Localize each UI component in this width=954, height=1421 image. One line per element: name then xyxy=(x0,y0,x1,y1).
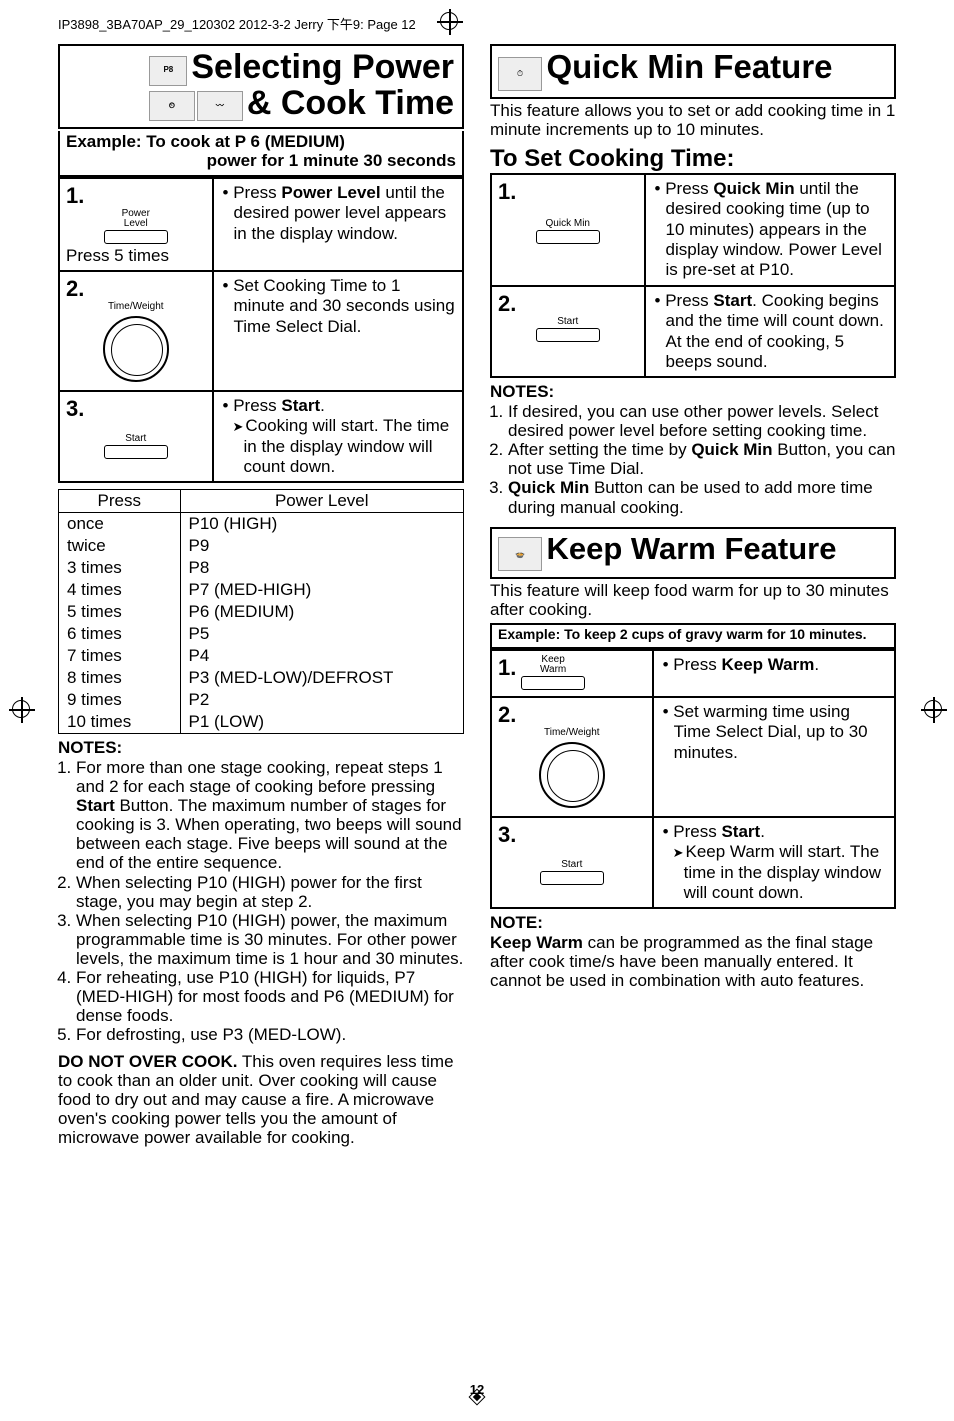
keep-warm-title: Keep Warm Feature xyxy=(546,531,836,566)
keep-warm-title-box: 🍲 Keep Warm Feature xyxy=(490,527,896,580)
qm-notes-list: If desired, you can use other power leve… xyxy=(508,402,896,516)
keep-warm-icon: 🍲 xyxy=(498,537,542,571)
qm-step2-bullet: • Press Start. Cooking begins and the ti… xyxy=(652,291,888,373)
note-item: When selecting P10 (HIGH) power for the … xyxy=(76,873,464,911)
note-item: When selecting P10 (HIGH) power, the max… xyxy=(76,911,464,968)
note-item: For defrosting, use P3 (MED-LOW). xyxy=(76,1025,464,1044)
step1-bullet: • Press Power Level until the desired po… xyxy=(220,183,456,244)
keep-warm-note: Keep Warm can be programmed as the final… xyxy=(490,933,896,990)
kw-note-heading: NOTE: xyxy=(490,913,896,933)
kw-step2-bullet: • Set warming time using Time Select Dia… xyxy=(660,702,888,763)
kw-step1-bullet: • Press Keep Warm. xyxy=(660,655,888,675)
to-set-heading: To Set Cooking Time: xyxy=(490,145,896,173)
selecting-power-title-box: P8 Selecting Power ⏲ 〰 & Cook Time xyxy=(58,44,464,129)
registration-mark-icon xyxy=(12,700,30,718)
kw-step3-bullet: • Press Start. xyxy=(660,822,888,842)
keep-warm-example: Example: To keep 2 cups of gravy warm fo… xyxy=(490,623,896,648)
page-number: 12 xyxy=(0,1382,954,1397)
left-notes-list: For more than one stage cooking, repeat … xyxy=(76,758,464,1043)
start-button: Start xyxy=(66,434,206,444)
qm-step1-bullet: • Press Quick Min until the desired cook… xyxy=(652,179,888,281)
time-select-dial-icon xyxy=(103,316,169,382)
fan-icon: 〰 xyxy=(197,91,243,121)
step2-bullet: • Set Cooking Time to 1 minute and 30 se… xyxy=(220,276,456,337)
registration-mark-icon xyxy=(924,700,942,718)
start-button: Start xyxy=(498,317,638,327)
note-item: For reheating, use P10 (HIGH) for liquid… xyxy=(76,968,464,1025)
quick-min-title-box: ⏱ Quick Min Feature xyxy=(490,44,896,99)
example-header: Example: To cook at P 6 (MEDIUM) power f… xyxy=(58,131,464,176)
quick-min-steps-table: 1. Quick Min • Press Quick Min until the… xyxy=(490,173,896,379)
right-column: ⏱ Quick Min Feature This feature allows … xyxy=(490,44,896,1147)
step3-arrow: Cooking will start. The time in the disp… xyxy=(220,416,456,477)
registration-mark-icon xyxy=(440,12,458,30)
step3-bullet: • Press Start. xyxy=(220,396,456,416)
keep-warm-steps-table: 1. KeepWarm • Press Keep Warm. 2. Time/W… xyxy=(490,649,896,910)
keep-warm-intro: This feature will keep food warm for up … xyxy=(490,581,896,619)
note-item: After setting the time by Quick Min Butt… xyxy=(508,440,896,478)
note-item: For more than one stage cooking, repeat … xyxy=(76,758,464,872)
time-weight-button: Time/Weight xyxy=(498,728,646,738)
quick-min-icon: ⏱ xyxy=(498,57,542,91)
do-not-overcook: DO NOT OVER COOK. This oven requires les… xyxy=(58,1052,464,1147)
qm-notes-heading: NOTES: xyxy=(490,382,896,402)
start-button: Start xyxy=(498,860,646,870)
quick-min-button: Quick Min xyxy=(498,219,638,229)
doc-header: IP3898_3BA70AP_29_120302 2012-3-2 Jerry … xyxy=(58,14,416,33)
note-item: Quick Min Button can be used to add more… xyxy=(508,478,896,516)
press-5-times: Press 5 times xyxy=(66,246,206,266)
notes-heading: NOTES: xyxy=(58,738,464,758)
time-select-dial-icon xyxy=(539,742,605,808)
kw-step3-arrow: Keep Warm will start. The time in the di… xyxy=(660,842,888,903)
clock-icon: ⏲ xyxy=(149,91,195,121)
power-level-button: PowerLevel xyxy=(66,209,206,229)
quick-min-title: Quick Min Feature xyxy=(546,48,832,85)
keep-warm-button: KeepWarm xyxy=(521,655,585,675)
steps-table: 1. PowerLevel Press 5 times • Press Powe… xyxy=(58,177,464,484)
power-level-table: PressPower Level onceP10 (HIGH) twiceP9 … xyxy=(58,489,464,734)
title-line1: Selecting Power xyxy=(191,48,454,86)
power-icon: P8 xyxy=(149,56,187,86)
left-column: P8 Selecting Power ⏲ 〰 & Cook Time Examp… xyxy=(58,44,464,1147)
time-weight-button: Time/Weight xyxy=(66,302,206,312)
title-line2: & Cook Time xyxy=(247,84,454,122)
note-item: If desired, you can use other power leve… xyxy=(508,402,896,440)
quick-min-intro: This feature allows you to set or add co… xyxy=(490,101,896,139)
